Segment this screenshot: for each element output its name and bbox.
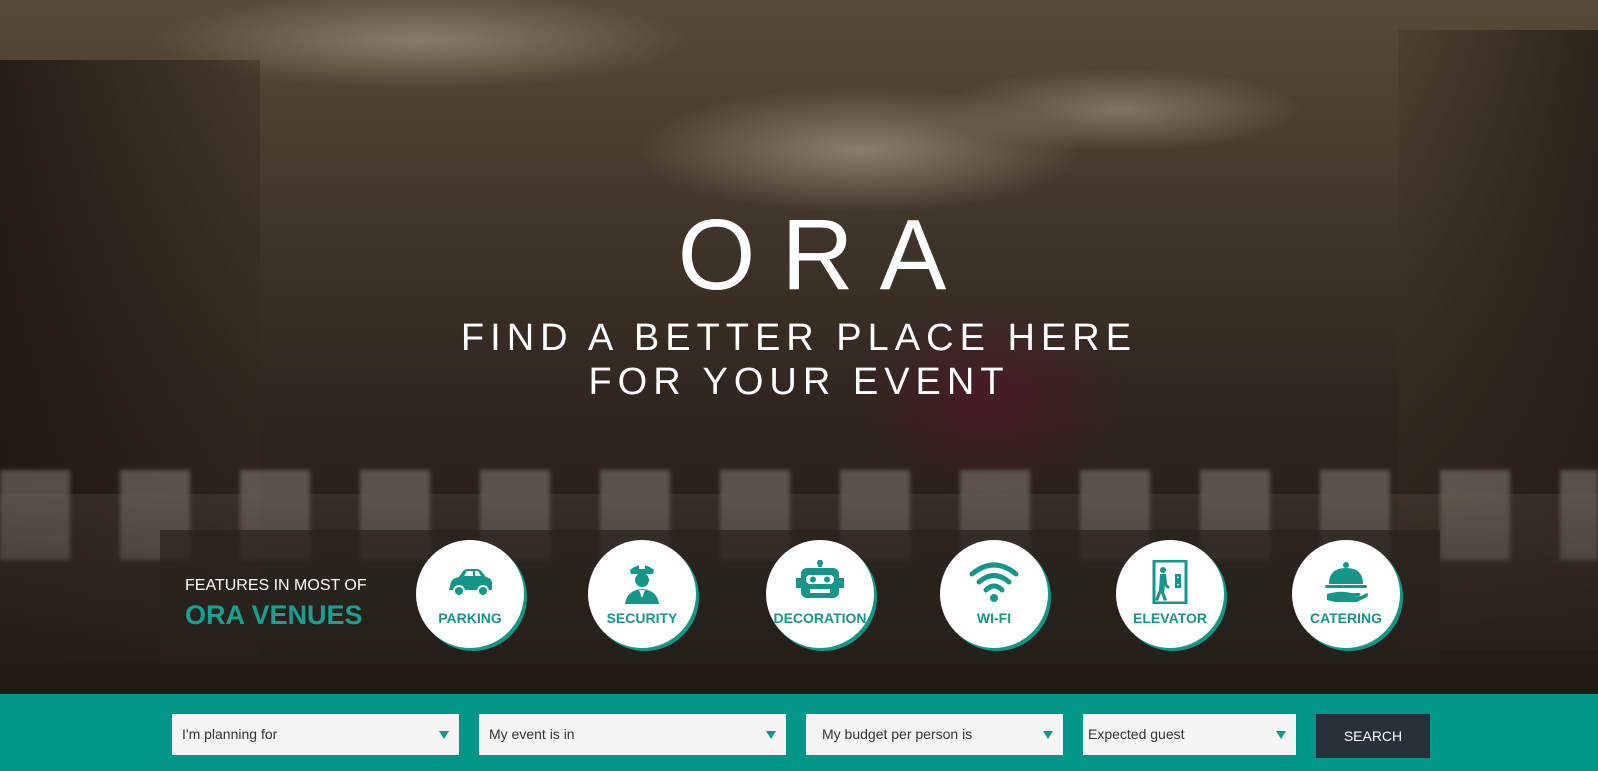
event-location-select[interactable]: My event is in — [479, 714, 786, 755]
feature-label-catering: CATERING — [1309, 610, 1383, 626]
budget-select[interactable]: My budget per person is — [806, 714, 1063, 755]
elevator-icon — [1152, 560, 1188, 604]
security-guard-icon — [625, 565, 659, 604]
feature-label-parking: PARKING — [438, 610, 502, 626]
features-panel: FEATURES IN MOST OF ORA VENUES PARKING S… — [160, 530, 1440, 664]
chevron-down-icon — [766, 731, 776, 739]
guests-value: Expected guest — [1088, 726, 1185, 742]
tagline-line2: FOR YOUR EVENT — [588, 361, 1010, 403]
feature-elevator[interactable]: ELEVATOR — [1116, 540, 1224, 648]
features-main-heading: ORA VENUES — [185, 600, 363, 630]
chevron-down-icon — [439, 731, 449, 739]
event-location-value: My event is in — [489, 726, 575, 742]
feature-security[interactable]: SECURITY — [588, 540, 696, 648]
feature-label-elevator: ELEVATOR — [1133, 610, 1207, 626]
chevron-down-icon — [1276, 731, 1286, 739]
car-icon — [449, 569, 492, 597]
budget-value: My budget per person is — [822, 726, 973, 742]
feature-label-security: SECURITY — [606, 610, 678, 626]
brand-title: ORA — [677, 199, 973, 311]
feature-catering[interactable]: CATERING — [1292, 540, 1400, 648]
feature-parking[interactable]: PARKING — [416, 540, 524, 648]
search-bar: I'm planning for My event is in My budge… — [0, 694, 1598, 771]
feature-decoration[interactable]: DECORATION — [766, 540, 874, 648]
search-button[interactable]: SEARCH — [1316, 714, 1430, 758]
guests-select[interactable]: Expected guest — [1083, 714, 1296, 755]
feature-label-decoration: DECORATION — [773, 610, 867, 626]
tagline-line1: FIND A BETTER PLACE HERE — [460, 317, 1138, 359]
feature-label-wifi: WI-FI — [976, 610, 1012, 626]
hero-tagline: FIND A BETTER PLACE HERE FOR YOUR EVENT — [0, 316, 1598, 404]
features-heading: FEATURES IN MOST OF ORA VENUES — [185, 576, 367, 631]
robot-icon — [796, 560, 844, 598]
planning-for-select[interactable]: I'm planning for — [172, 714, 459, 755]
feature-wifi[interactable]: WI-FI — [940, 540, 1048, 648]
chevron-down-icon — [1043, 731, 1053, 739]
cloche-icon — [1325, 562, 1368, 602]
wifi-icon — [969, 562, 1019, 602]
planning-for-value: I'm planning for — [182, 726, 278, 742]
features-subheading: FEATURES IN MOST OF — [185, 577, 367, 594]
